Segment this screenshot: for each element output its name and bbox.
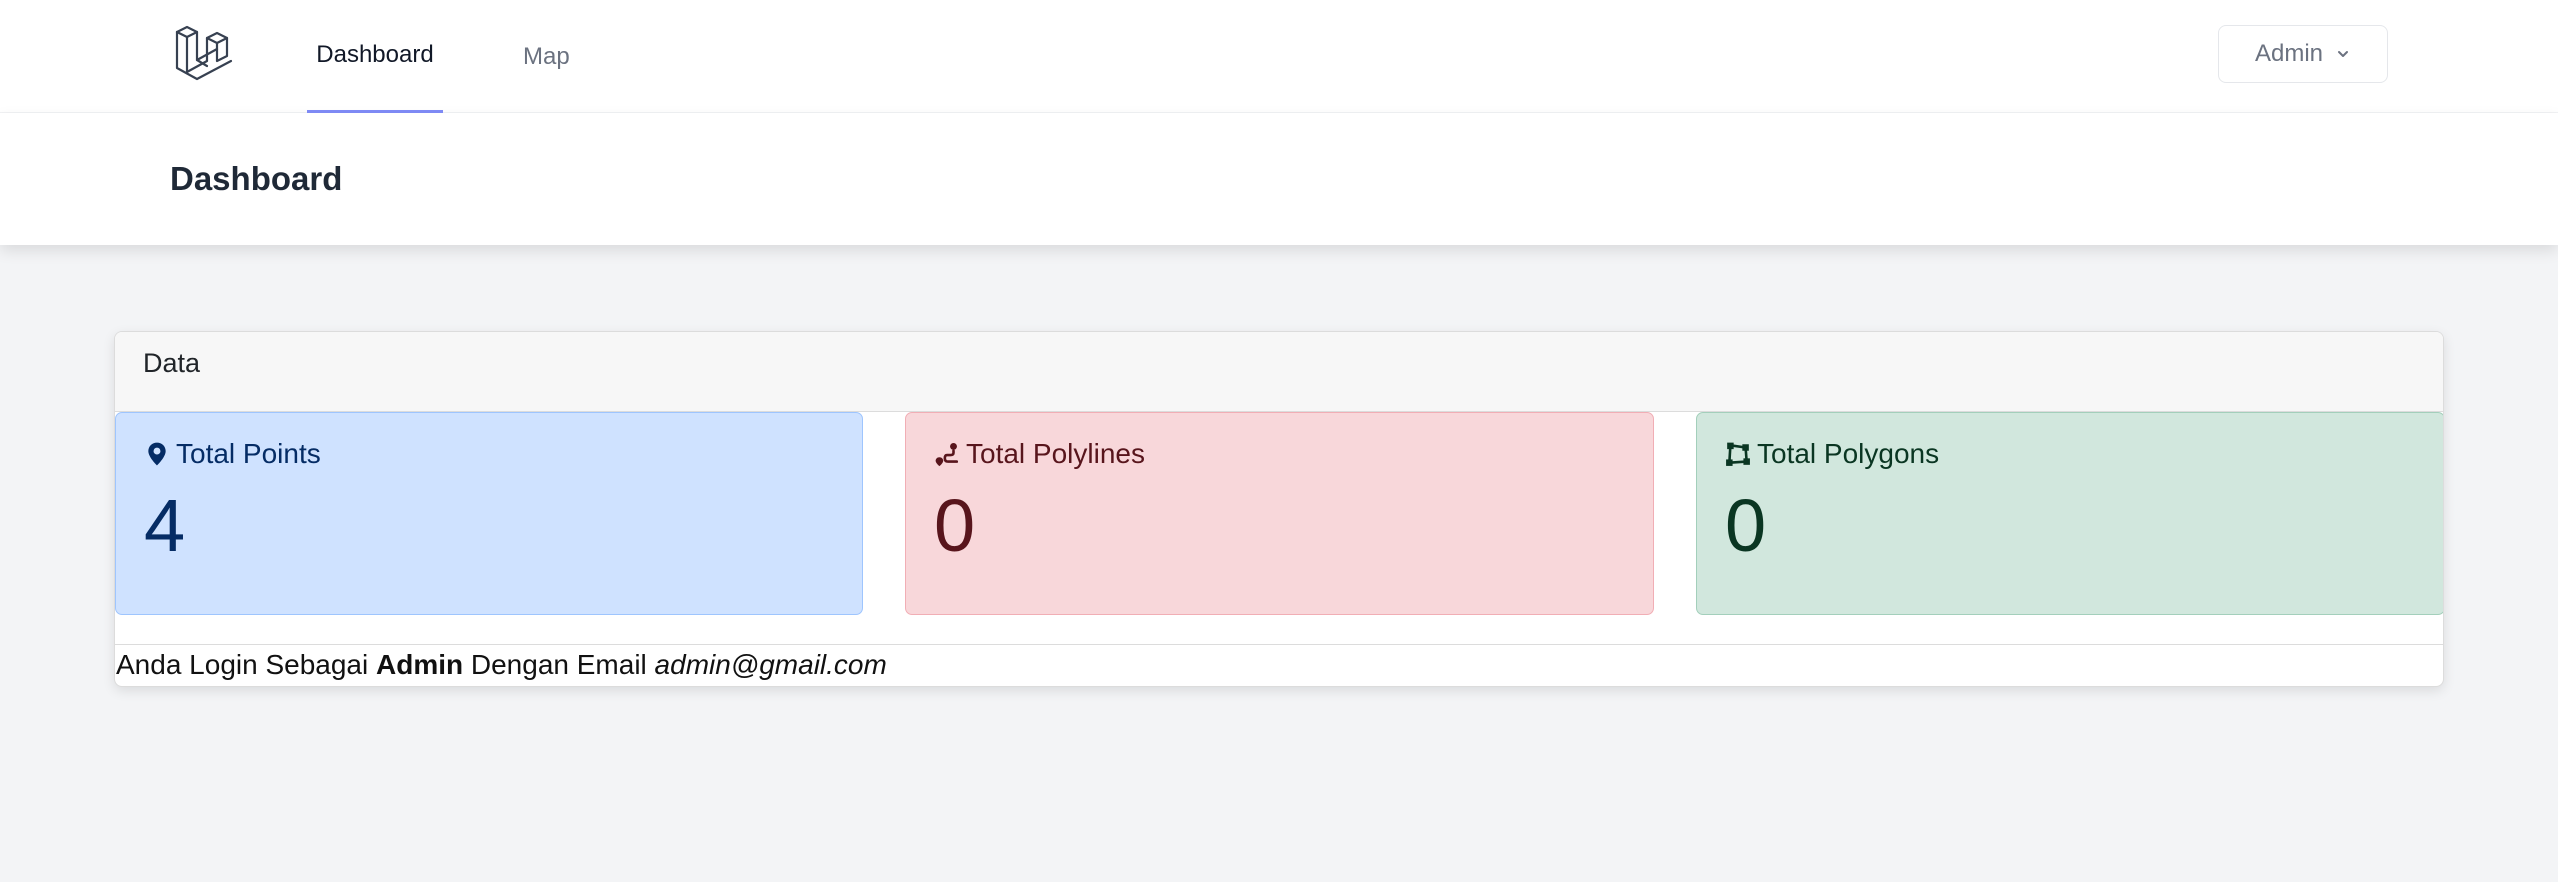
stat-value-points: 4 — [144, 484, 186, 567]
card-header: Data — [115, 332, 2443, 412]
stat-value-polygons: 0 — [1725, 484, 1767, 567]
data-card: Data Total Points 4 Total Polylines 0 To… — [114, 331, 2444, 687]
top-navigation: Dashboard Map Admin — [0, 0, 2558, 113]
total-polygons-box: Total Polygons 0 — [1696, 412, 2443, 615]
route-icon — [935, 442, 959, 467]
stat-label-text: Total Polylines — [966, 438, 1145, 469]
draw-polygon-icon — [1726, 442, 1750, 466]
login-info-role: Admin — [376, 649, 464, 680]
user-menu-label: Admin — [2254, 40, 2324, 67]
chevron-down-icon — [2338, 51, 2349, 57]
total-points-box: Total Points 4 — [115, 412, 863, 615]
login-info-middle: Dengan Email — [470, 649, 647, 680]
login-info-prefix: Anda Login Sebagai — [116, 649, 369, 680]
laravel-logo-icon[interactable] — [174, 24, 234, 84]
map-marker-icon — [148, 442, 166, 466]
stat-value-polylines: 0 — [934, 484, 976, 567]
login-info-email: admin@gmail.com — [654, 649, 887, 680]
page-title: Dashboard — [170, 160, 343, 197]
nav-link-map[interactable]: Map — [523, 0, 570, 113]
stat-label-text: Total Points — [176, 438, 321, 469]
stat-label-polylines: Total Polylines — [934, 437, 1625, 471]
user-menu-dropdown[interactable]: Admin — [2218, 25, 2388, 83]
stat-label-text: Total Polygons — [1757, 438, 1940, 469]
page-header: Dashboard — [0, 113, 2558, 245]
stat-label-points: Total Points — [144, 437, 834, 471]
stat-label-polygons: Total Polygons — [1725, 437, 2416, 471]
login-info: Anda Login Sebagai Admin Dengan Email ad… — [115, 644, 2443, 686]
nav-link-dashboard[interactable]: Dashboard — [307, 0, 443, 113]
total-polylines-box: Total Polylines 0 — [905, 412, 1654, 615]
